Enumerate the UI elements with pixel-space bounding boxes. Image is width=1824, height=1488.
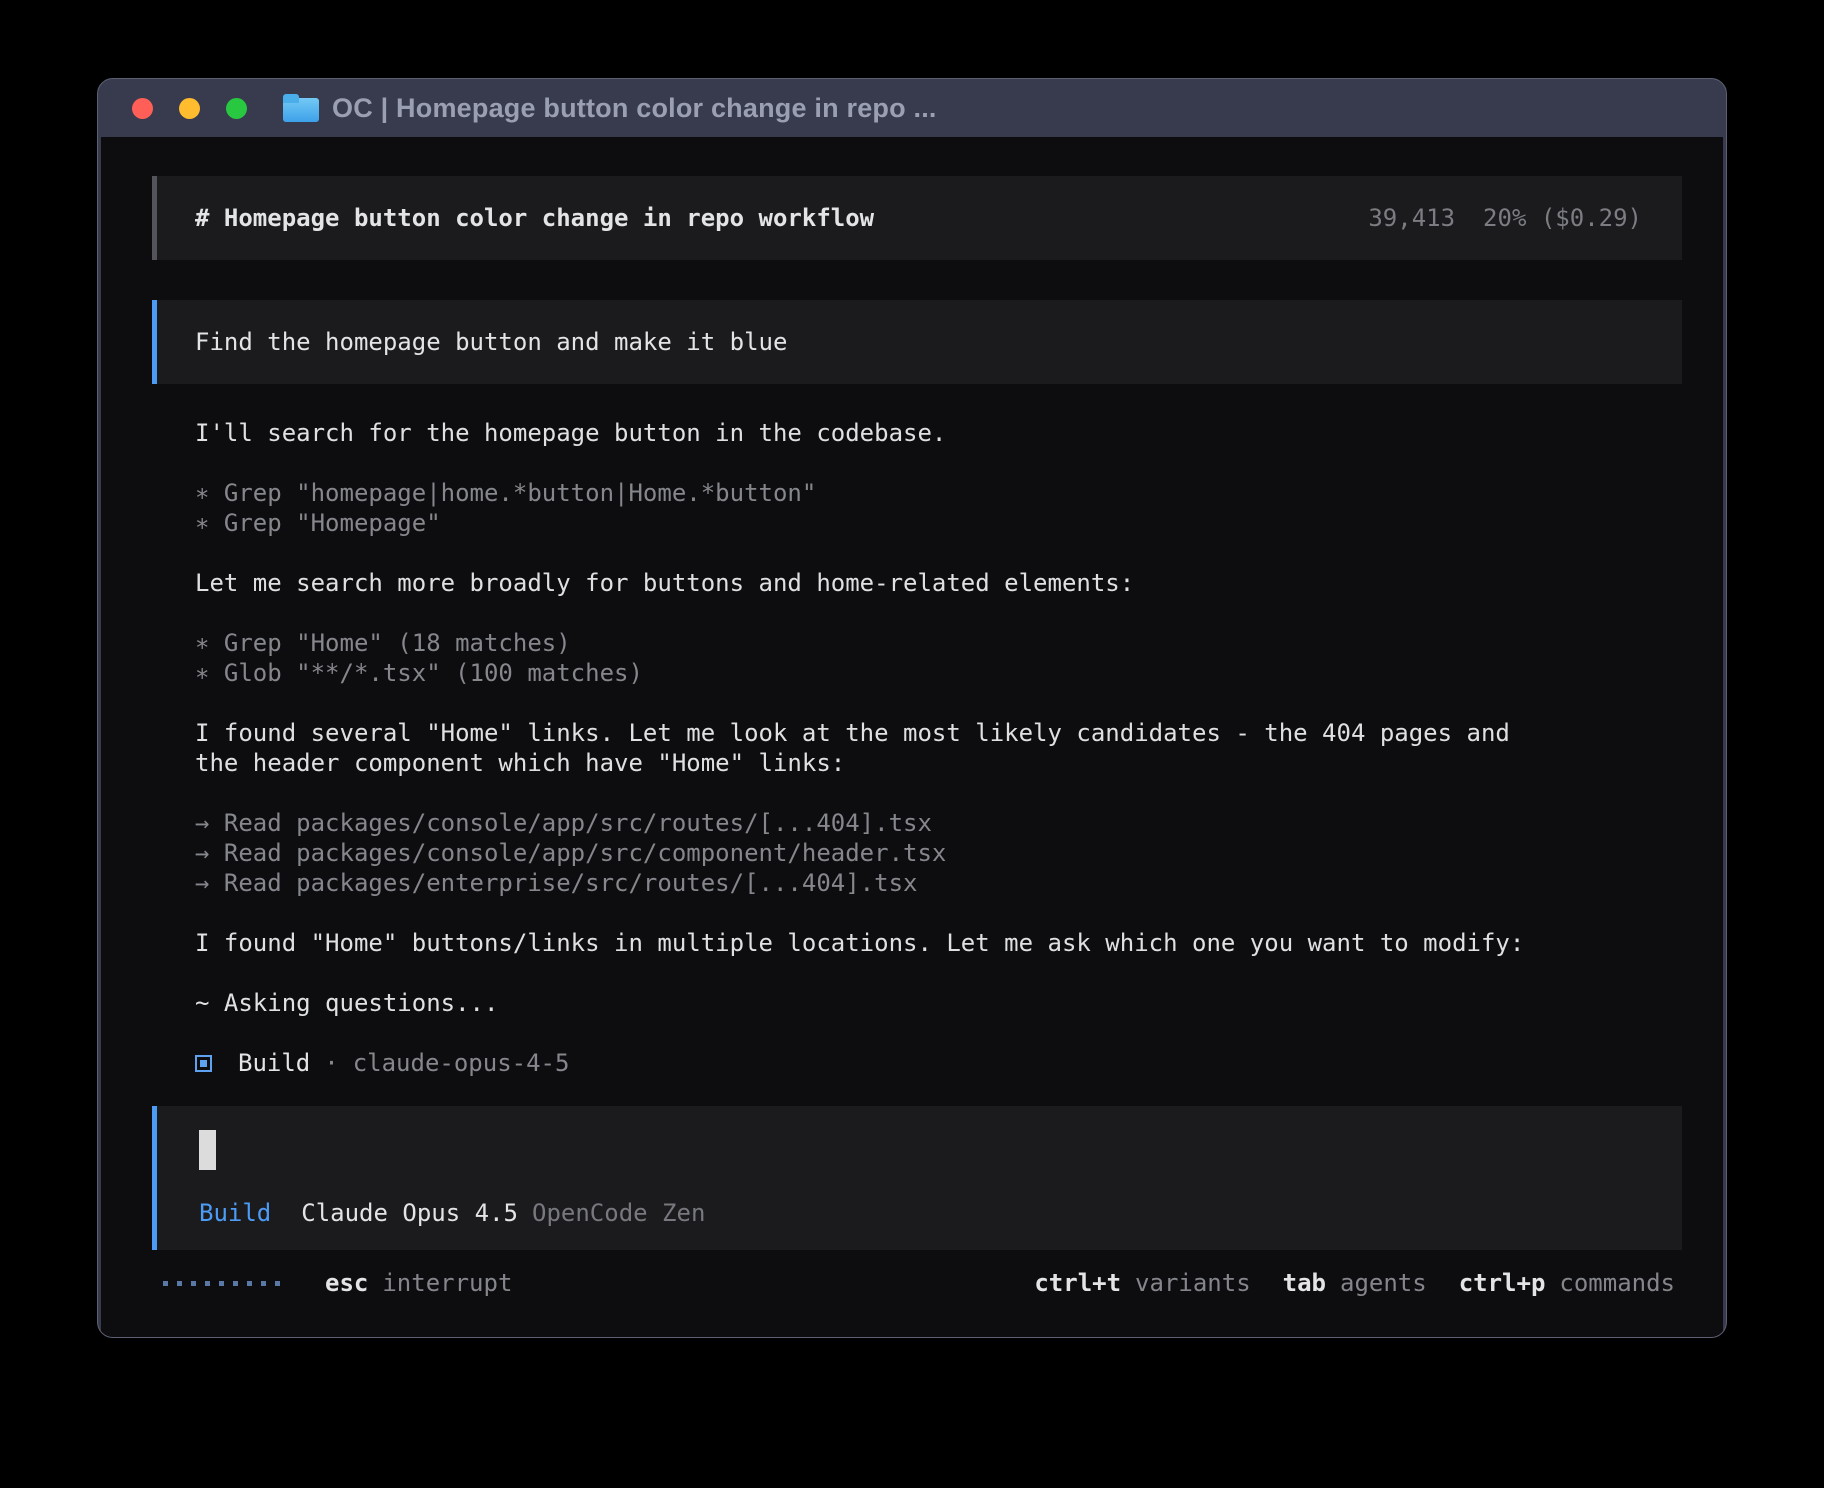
- input-agent-label: Build: [199, 1198, 271, 1228]
- agent-badge-line: Build · claude-opus-4-5: [195, 1048, 1565, 1078]
- keyhint-key: ctrl+p: [1459, 1268, 1546, 1298]
- keyhint-label: agents: [1340, 1268, 1427, 1298]
- spinner-dots-icon: [163, 1281, 280, 1286]
- keyhint-agents: tab agents: [1283, 1268, 1427, 1298]
- user-message: Find the homepage button and make it blu…: [152, 300, 1682, 384]
- minimize-button[interactable]: [179, 98, 200, 119]
- user-message-text: Find the homepage button and make it blu…: [195, 328, 787, 356]
- keyhint-key: esc: [325, 1268, 368, 1298]
- tool-call-read: → Read packages/enterprise/src/routes/[.…: [195, 868, 1565, 898]
- zoom-button[interactable]: [226, 98, 247, 119]
- terminal-window: OC | Homepage button color change in rep…: [97, 78, 1727, 1338]
- titlebar: OC | Homepage button color change in rep…: [98, 79, 1726, 137]
- keyhint-key: tab: [1283, 1268, 1326, 1298]
- tool-call-read: → Read packages/console/app/src/routes/[…: [195, 808, 1565, 838]
- token-count: 39,413: [1368, 203, 1455, 233]
- statusbar: esc interrupt ctrl+t variants tab agents…: [101, 1268, 1723, 1314]
- tool-call-grep: ∗ Grep "Homepage": [195, 508, 1565, 538]
- keyhint-label: commands: [1559, 1268, 1675, 1298]
- input-meta: Build Claude Opus 4.5 OpenCode Zen: [199, 1198, 1642, 1228]
- keyhint-label: variants: [1135, 1268, 1251, 1298]
- tool-call-grep: ∗ Grep "Home" (18 matches): [195, 628, 1565, 658]
- close-button[interactable]: [132, 98, 153, 119]
- session-title: # Homepage button color change in repo w…: [195, 203, 874, 233]
- folder-icon: [283, 94, 319, 122]
- session-header: # Homepage button color change in repo w…: [152, 176, 1682, 260]
- window-title: OC | Homepage button color change in rep…: [332, 93, 937, 124]
- keyhint-interrupt: esc interrupt: [325, 1268, 512, 1298]
- assistant-paragraph: Let me search more broadly for buttons a…: [195, 568, 1565, 598]
- context-cost: 20% ($0.29): [1483, 203, 1642, 233]
- tool-call-grep: ∗ Grep "homepage|home.*button|Home.*butt…: [195, 478, 1565, 508]
- assistant-paragraph: I found "Home" buttons/links in multiple…: [195, 928, 1565, 958]
- keyhint-commands: ctrl+p commands: [1459, 1268, 1675, 1298]
- agent-model: claude-opus-4-5: [353, 1048, 570, 1078]
- prompt-input[interactable]: Build Claude Opus 4.5 OpenCode Zen: [152, 1106, 1682, 1250]
- assistant-paragraph: I found several "Home" links. Let me loo…: [195, 718, 1565, 778]
- tool-running-status: ~ Asking questions...: [195, 988, 1565, 1018]
- terminal-content: # Homepage button color change in repo w…: [101, 137, 1723, 1337]
- traffic-lights: [132, 98, 247, 119]
- keyhint-label: interrupt: [382, 1268, 512, 1298]
- keyhint-key: ctrl+t: [1034, 1268, 1121, 1298]
- tool-call-group: ∗ Grep "homepage|home.*button|Home.*butt…: [195, 478, 1565, 538]
- input-model-label: Claude Opus 4.5: [301, 1198, 518, 1228]
- chat-transcript: I'll search for the homepage button in t…: [101, 418, 1605, 1078]
- tool-call-group: → Read packages/console/app/src/routes/[…: [195, 808, 1565, 898]
- assistant-paragraph: I'll search for the homepage button in t…: [195, 418, 1565, 448]
- separator-dot: ·: [324, 1048, 338, 1078]
- input-provider-label: OpenCode Zen: [532, 1198, 705, 1228]
- agent-task-icon: [195, 1055, 212, 1072]
- tool-call-group: ∗ Grep "Home" (18 matches) ∗ Glob "**/*.…: [195, 628, 1565, 688]
- keyhint-variants: ctrl+t variants: [1034, 1268, 1250, 1298]
- session-stats: 39,413 20% ($0.29): [1368, 203, 1642, 233]
- agent-name: Build: [238, 1048, 310, 1078]
- text-cursor: [199, 1130, 216, 1170]
- tool-call-glob: ∗ Glob "**/*.tsx" (100 matches): [195, 658, 1565, 688]
- tool-call-read: → Read packages/console/app/src/componen…: [195, 838, 1565, 868]
